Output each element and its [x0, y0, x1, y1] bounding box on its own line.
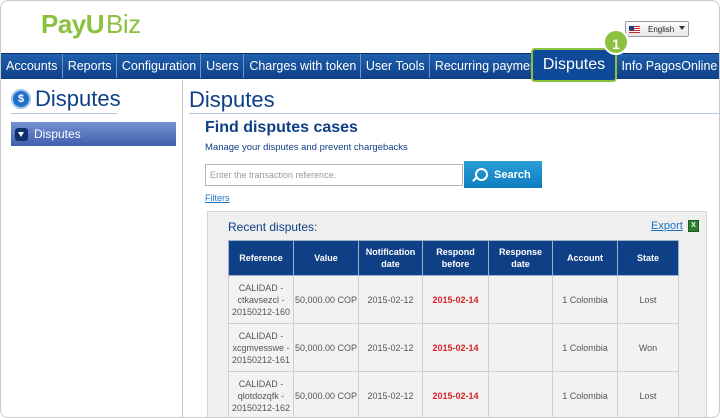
disputes-coin-icon: $	[11, 89, 31, 109]
expand-arrow-icon	[15, 127, 28, 141]
nav-user-tools[interactable]: User Tools	[361, 54, 430, 78]
page-title: Disputes	[189, 87, 275, 112]
nav-disputes-highlighted[interactable]: Disputes	[531, 48, 617, 82]
cell-reference: CALIDAD - qlotdozqfk - 20150212-162	[228, 371, 294, 417]
cell-response-date	[488, 371, 553, 417]
cell-reference: CALIDAD - ctkavsezcl - 20150212-160	[228, 275, 294, 324]
cell-respond-before: 2015-02-14	[422, 371, 489, 417]
cell-value: 50,000.00 COP	[293, 371, 359, 417]
recent-disputes-title: Recent disputes:	[228, 220, 318, 234]
column-header: Reference	[228, 240, 294, 276]
find-disputes-heading: Find disputes cases	[205, 119, 358, 136]
cell-reference: CALIDAD - xcgmvesswe - 20150212-161	[228, 323, 294, 372]
column-header: Respond before	[422, 240, 489, 276]
chevron-down-icon	[679, 26, 685, 30]
disputes-table: Reference Value Notification date Respon…	[228, 240, 679, 417]
export-link[interactable]: Export	[651, 220, 683, 232]
sidebar-title: $ Disputes	[11, 86, 121, 112]
language-select[interactable]: English	[625, 21, 689, 37]
cell-respond-before: 2015-02-14	[422, 275, 489, 324]
cell-response-date	[488, 275, 553, 324]
table-header-row: Reference Value Notification date Respon…	[228, 240, 679, 276]
cell-notification-date: 2015-02-12	[358, 323, 423, 372]
cell-respond-before: 2015-02-14	[422, 323, 489, 372]
cell-notification-date: 2015-02-12	[358, 371, 423, 417]
column-header: Response date	[488, 240, 553, 276]
excel-icon[interactable]: X	[688, 220, 699, 232]
nav-charges-with-token[interactable]: Charges with token	[244, 54, 361, 78]
sidebar-item-label: Disputes	[34, 127, 81, 141]
title-divider	[189, 113, 719, 114]
cell-response-date	[488, 323, 553, 372]
transaction-reference-input[interactable]	[205, 164, 463, 186]
nav-configuration[interactable]: Configuration	[117, 54, 202, 78]
find-disputes-subtitle: Manage your disputes and prevent chargeb…	[205, 142, 408, 153]
sidebar-divider	[11, 113, 117, 114]
payu-biz-logo[interactable]: PayUBiz	[41, 9, 141, 40]
nav-accounts[interactable]: Accounts	[1, 54, 63, 78]
sidebar-item-disputes[interactable]: Disputes	[11, 122, 176, 146]
cell-account: 1 Colombia	[552, 371, 618, 417]
cell-value: 50,000.00 COP	[293, 323, 359, 372]
cell-state: Lost	[617, 275, 679, 324]
table-row[interactable]: CALIDAD - ctkavsezcl - 20150212-160 50,0…	[228, 275, 679, 324]
search-icon	[472, 167, 488, 182]
logo-payu-text: PayU	[41, 9, 105, 39]
column-header: Value	[293, 240, 359, 276]
app-window: PayUBiz English Accounts Reports Configu…	[0, 0, 720, 418]
nav-info-pagosonline[interactable]: Info PagosOnline	[617, 54, 719, 78]
nav-recurring-payments[interactable]: Recurring payments	[430, 54, 533, 78]
cell-state: Won	[617, 323, 679, 372]
table-row[interactable]: CALIDAD - qlotdozqfk - 20150212-162 50,0…	[228, 371, 679, 417]
cell-state: Lost	[617, 371, 679, 417]
language-value: English	[648, 24, 675, 34]
step-badge: 1	[603, 29, 629, 55]
search-button[interactable]: Search	[464, 161, 542, 188]
cell-account: 1 Colombia	[552, 323, 618, 372]
column-header: Account	[552, 240, 618, 276]
filters-link[interactable]: Filters	[205, 193, 230, 203]
nav-reports[interactable]: Reports	[63, 54, 117, 78]
nav-users[interactable]: Users	[201, 54, 245, 78]
table-row[interactable]: CALIDAD - xcgmvesswe - 20150212-161 50,0…	[228, 323, 679, 372]
cell-value: 50,000.00 COP	[293, 275, 359, 324]
cell-notification-date: 2015-02-12	[358, 275, 423, 324]
logo-biz-text: Biz	[106, 9, 141, 39]
us-flag-icon	[629, 25, 640, 33]
sidebar: $ Disputes Disputes	[1, 80, 183, 417]
column-header: State	[617, 240, 679, 276]
column-header: Notification date	[358, 240, 423, 276]
cell-account: 1 Colombia	[552, 275, 618, 324]
sidebar-title-text: Disputes	[35, 86, 121, 111]
search-button-label: Search	[494, 168, 531, 181]
